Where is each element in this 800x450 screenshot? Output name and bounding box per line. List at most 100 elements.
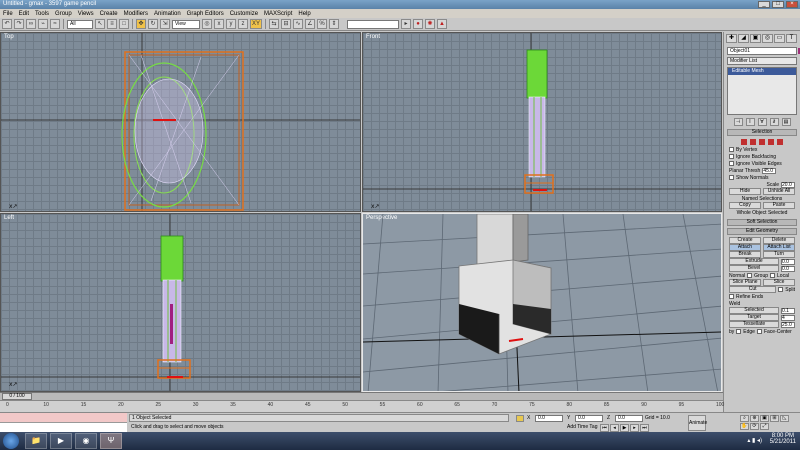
percent-snap-icon[interactable]: %: [317, 19, 327, 29]
named-selection-set-select[interactable]: [347, 19, 399, 29]
soft-selection-rollout-header[interactable]: Soft Selection: [727, 219, 797, 226]
copy-button[interactable]: Copy: [729, 202, 761, 209]
edge-radio[interactable]: [736, 329, 742, 334]
go-to-start-icon[interactable]: ⏮: [600, 424, 609, 432]
modifier-stack[interactable]: Editable Mesh: [727, 67, 797, 115]
scale-icon[interactable]: ⇲: [160, 19, 170, 29]
refine-ends-checkbox[interactable]: [729, 294, 734, 299]
arc-rotate-icon[interactable]: ⟳: [750, 423, 759, 430]
track-bar[interactable]: 0 10 15 20 25 30 35 40 45 50 55 60 65 70 75 80 85 90 95 100: [0, 400, 724, 412]
select-object-icon[interactable]: ↖: [95, 19, 105, 29]
extrude-button[interactable]: Extrude: [729, 258, 779, 265]
paste-button[interactable]: Paste: [763, 202, 795, 209]
tessellate-spinner[interactable]: 25.0: [781, 321, 795, 328]
edge-level-icon[interactable]: [750, 139, 756, 145]
animate-button[interactable]: Animate: [688, 415, 707, 431]
mirror-icon[interactable]: ⇆: [269, 19, 279, 29]
make-unique-icon[interactable]: ∀: [757, 118, 767, 126]
go-to-end-icon[interactable]: ⏭: [640, 424, 649, 432]
maxscript-listener[interactable]: [0, 413, 127, 433]
pivot-center-icon[interactable]: ◎: [202, 19, 212, 29]
z-coord-field[interactable]: 0.0: [615, 415, 643, 422]
lock-selection-icon[interactable]: [516, 415, 524, 422]
delete-button[interactable]: Delete: [763, 237, 795, 244]
reference-coordinate-select[interactable]: View: [172, 19, 200, 29]
utilities-tab-icon[interactable]: T: [786, 34, 797, 43]
select-by-name-icon[interactable]: ≡: [107, 19, 117, 29]
menu-group[interactable]: Group: [52, 11, 75, 17]
menu-views[interactable]: Views: [75, 11, 97, 17]
create-button[interactable]: Create: [729, 237, 761, 244]
ignore-backfacing-checkbox[interactable]: [729, 154, 734, 159]
restrict-plane-button[interactable]: XY: [250, 19, 262, 29]
attach-list-button[interactable]: Attach List: [763, 244, 795, 251]
by-vertex-checkbox[interactable]: [729, 147, 734, 152]
zoom-extents-all-icon[interactable]: ⊞: [770, 415, 779, 422]
undo-icon[interactable]: ↶: [2, 19, 12, 29]
edit-geometry-rollout-header[interactable]: Edit Geometry: [727, 228, 797, 235]
vertex-level-icon[interactable]: [741, 139, 747, 145]
polygon-level-icon[interactable]: [768, 139, 774, 145]
unlink-icon[interactable]: ⌁: [38, 19, 48, 29]
slice-plane-button[interactable]: Slice Plane: [729, 279, 761, 286]
link-icon[interactable]: ∞: [26, 19, 36, 29]
planar-thresh-spinner[interactable]: 45.0: [762, 167, 777, 174]
cut-button[interactable]: Cut: [729, 286, 777, 293]
viewport-perspective[interactable]: Perspective: [362, 213, 722, 392]
media-player-taskbar-icon[interactable]: ▶: [50, 433, 72, 449]
selection-rollout-header[interactable]: Selection: [727, 129, 797, 136]
close-button[interactable]: ×: [786, 1, 798, 8]
unhide-all-button[interactable]: Unhide All: [763, 188, 795, 195]
x-coord-field[interactable]: 0.0: [535, 415, 563, 422]
weld-selected-spinner[interactable]: 0.1: [781, 307, 795, 314]
object-name-text[interactable]: Object01: [730, 48, 750, 54]
restrict-x-icon[interactable]: x: [214, 19, 224, 29]
menu-graph-editors[interactable]: Graph Editors: [184, 11, 227, 17]
menu-help[interactable]: Help: [295, 11, 313, 17]
material-editor-icon[interactable]: ●: [413, 19, 423, 29]
spinner-snap-icon[interactable]: ⇕: [329, 19, 339, 29]
viewport-top[interactable]: Top x↗: [0, 32, 361, 212]
menu-tools[interactable]: Tools: [32, 11, 52, 17]
region-select-icon[interactable]: □: [119, 19, 129, 29]
weld-selected-button[interactable]: Selected: [729, 307, 779, 314]
viewport-left[interactable]: Left x↗: [0, 213, 361, 392]
hierarchy-tab-icon[interactable]: ▣: [750, 34, 761, 43]
turn-button[interactable]: Turn: [763, 251, 795, 258]
split-checkbox[interactable]: [778, 287, 784, 292]
move-icon[interactable]: ✥: [136, 19, 146, 29]
rotate-icon[interactable]: ↻: [148, 19, 158, 29]
configure-sets-icon[interactable]: ▤: [781, 118, 791, 126]
maximize-viewport-icon[interactable]: ⤢: [760, 423, 769, 430]
menu-modifiers[interactable]: Modifiers: [121, 11, 151, 17]
add-time-tag-button[interactable]: Add Time Tag: [567, 424, 597, 431]
maxscript-mini-listener-top[interactable]: [0, 413, 127, 423]
snap-icon[interactable]: ∿: [293, 19, 303, 29]
time-slider-bar[interactable]: 0 / 100: [0, 392, 723, 400]
align-icon[interactable]: ⊟: [281, 19, 291, 29]
next-frame-icon[interactable]: ▸: [630, 424, 639, 432]
restrict-y-icon[interactable]: y: [226, 19, 236, 29]
menu-customize[interactable]: Customize: [227, 11, 261, 17]
y-coord-field[interactable]: 0.0: [575, 415, 603, 422]
bevel-button[interactable]: Bevel: [729, 265, 779, 272]
display-tab-icon[interactable]: ▭: [774, 34, 785, 43]
ignore-visible-edges-checkbox[interactable]: [729, 161, 734, 166]
face-level-icon[interactable]: [759, 139, 765, 145]
clock[interactable]: 8:00 PM 5/21/2011: [770, 433, 796, 445]
gmax-taskbar-icon[interactable]: Ψ: [100, 433, 122, 449]
previous-frame-icon[interactable]: ◂: [610, 424, 619, 432]
hide-button[interactable]: Hide: [729, 188, 761, 195]
modifier-list-dropdown[interactable]: Modifier List: [727, 57, 797, 65]
play-icon[interactable]: ▶: [620, 424, 629, 432]
pin-stack-icon[interactable]: ⊣: [733, 118, 743, 126]
menu-maxscript[interactable]: MAXScript: [261, 11, 295, 17]
maximize-button[interactable]: □: [772, 1, 784, 8]
remove-modifier-icon[interactable]: ∂: [769, 118, 779, 126]
local-radio[interactable]: [770, 273, 776, 278]
mirror-tool-icon[interactable]: ▸: [401, 19, 411, 29]
stack-item-editable-mesh[interactable]: Editable Mesh: [728, 68, 796, 75]
modify-tab-icon[interactable]: ◢: [738, 34, 749, 43]
zoom-icon[interactable]: ⌕: [740, 415, 749, 422]
weld-target-button[interactable]: Target: [729, 314, 779, 321]
